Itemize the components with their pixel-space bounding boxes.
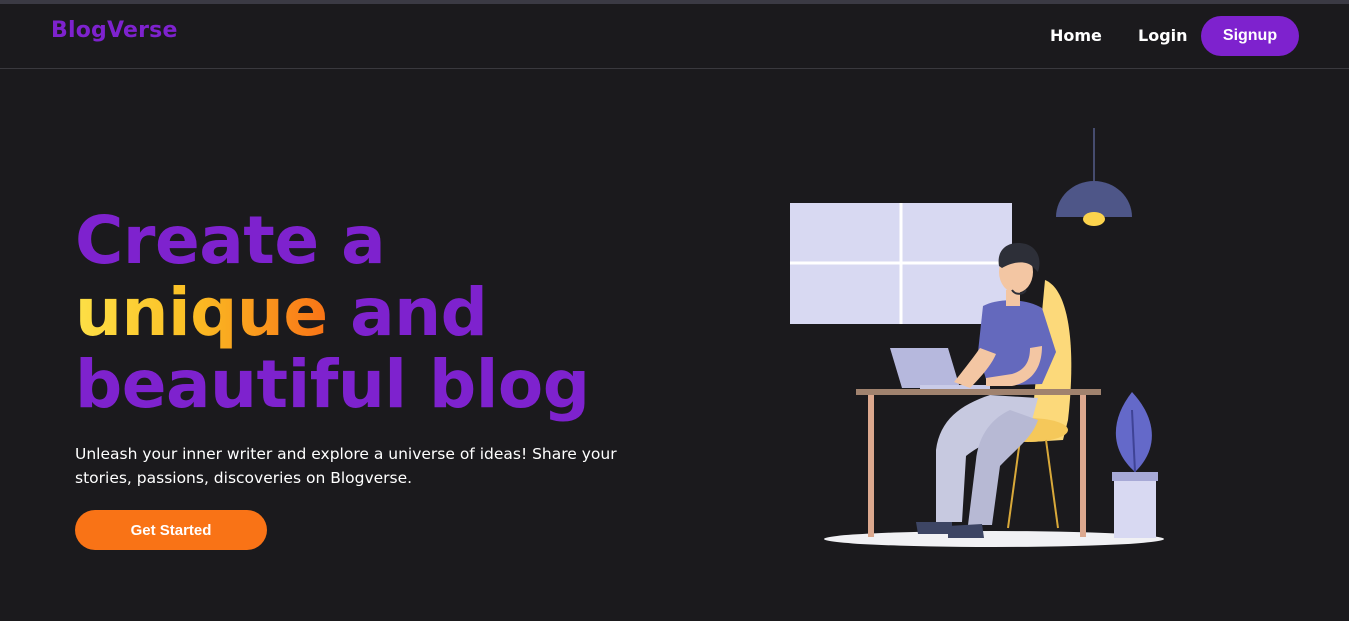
hero-title-accent: unique	[75, 274, 328, 351]
plant-icon	[1112, 392, 1158, 538]
hero-title-line1: Create a	[75, 202, 386, 279]
hero-title: Create a unique and beautiful blog	[75, 205, 695, 421]
hero-title-line2-rest: and	[327, 274, 488, 351]
lamp-icon	[1056, 128, 1132, 226]
nav-home-link[interactable]: Home	[1050, 26, 1102, 45]
hero-title-line3: beautiful blog	[75, 346, 590, 423]
navbar: BlogVerse Home Login Signup	[0, 4, 1349, 69]
person-at-desk-illustration	[780, 120, 1180, 560]
signup-button[interactable]: Signup	[1201, 16, 1299, 56]
get-started-button[interactable]: Get Started	[75, 510, 267, 550]
floor-shadow	[824, 531, 1164, 547]
brand-logo[interactable]: BlogVerse	[51, 18, 178, 43]
window-icon	[790, 203, 1012, 324]
nav-login-link[interactable]: Login	[1138, 26, 1188, 45]
hero-description: Unleash your inner writer and explore a …	[75, 445, 617, 487]
